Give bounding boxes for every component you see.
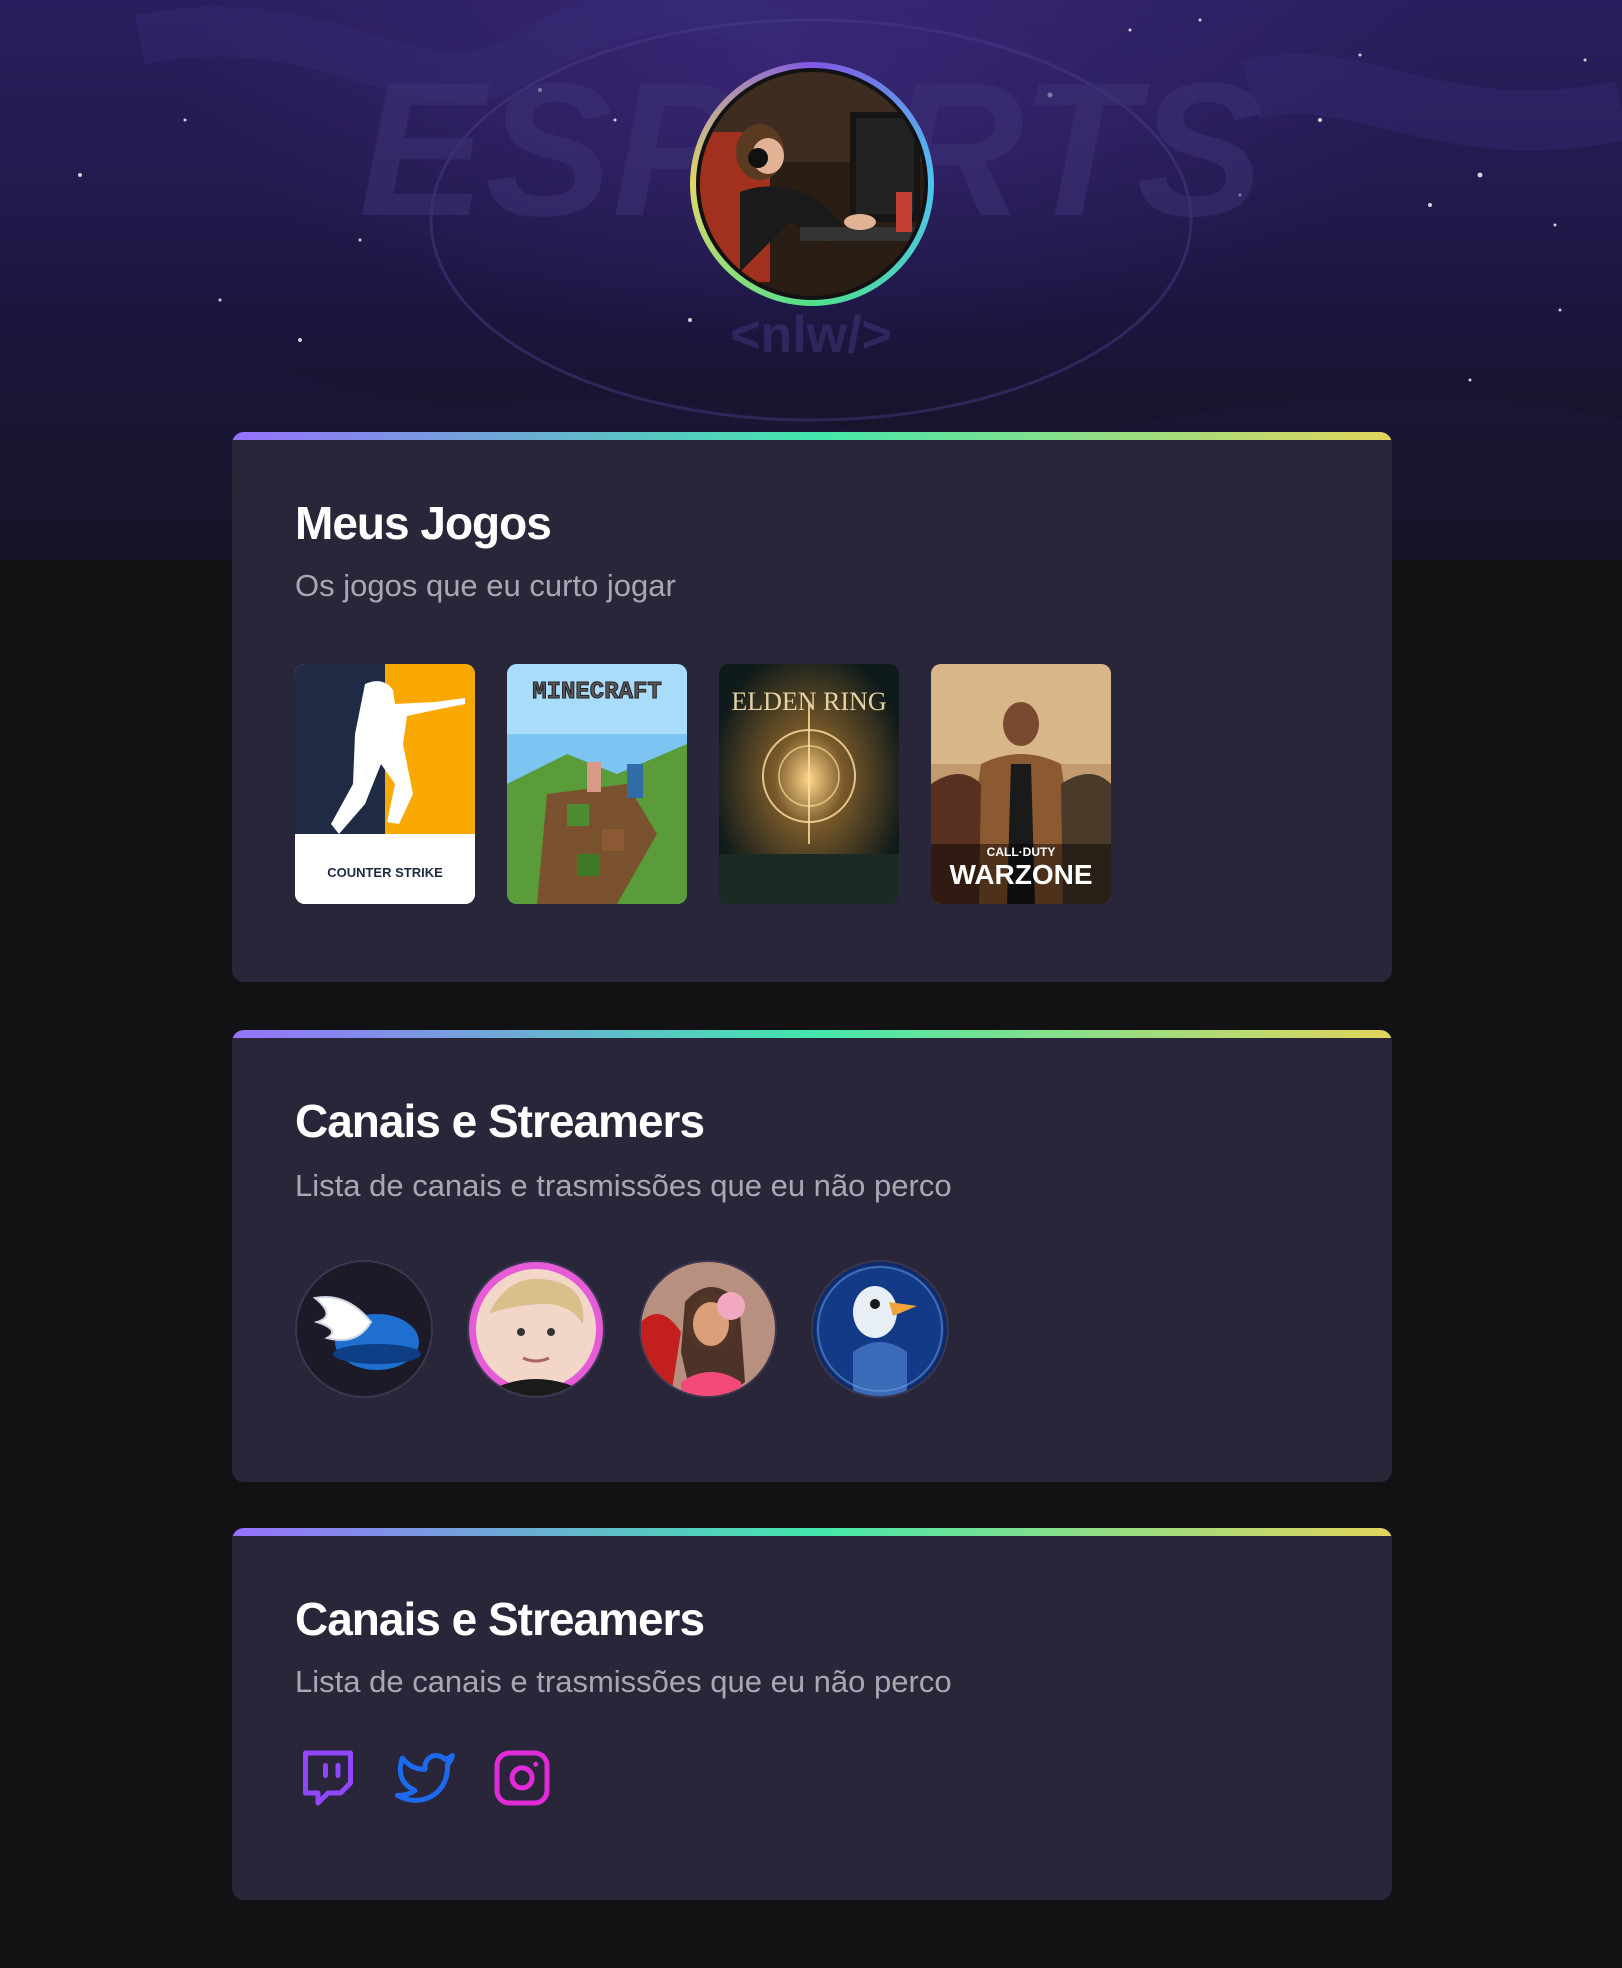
socials-card-title: Canais e Streamers: [295, 1593, 705, 1645]
socials-card-subtitle: Lista de canais e trasmissões que eu não…: [295, 1664, 952, 1699]
streamer-avatar-3[interactable]: [639, 1260, 777, 1398]
games-card-title: Meus Jogos: [295, 497, 552, 549]
streamer-2-photo: [476, 1269, 596, 1396]
streamer-3-photo: [641, 1262, 775, 1396]
streamers-card: Canais e Streamers Lista de canais e tra…: [232, 1030, 1392, 1482]
streamer-avatar-2[interactable]: [467, 1260, 605, 1398]
counter-strike-cover: COUNTER STRIKE: [295, 664, 475, 904]
game-warzone[interactable]: CALL·DUTY WARZONE: [931, 664, 1111, 904]
minecraft-logo: MINECRAFT: [532, 679, 662, 706]
warzone-cover: CALL·DUTY WARZONE: [931, 664, 1111, 904]
streamer-avatar-4[interactable]: [811, 1260, 949, 1398]
minecraft-cover: MINECRAFT: [507, 664, 687, 904]
elden-ring-cover: ELDEN RING: [719, 664, 899, 904]
counter-strike-logo: COUNTER STRIKE: [327, 865, 443, 880]
socials-card: Canais e Streamers Lista de canais e tra…: [232, 1528, 1392, 1900]
profile-avatar: [696, 68, 928, 300]
games-card: Meus Jogos Os jogos que eu curto jogar C…: [232, 432, 1392, 982]
avatar-photo: [700, 72, 924, 296]
game-elden-ring[interactable]: ELDEN RING: [719, 664, 899, 904]
profile-avatar-ring: [690, 62, 934, 306]
game-counter-strike[interactable]: COUNTER STRIKE: [295, 664, 475, 904]
instagram-icon: [494, 1750, 550, 1806]
streamer-avatar-1[interactable]: [295, 1260, 433, 1398]
bird-astronaut-icon: [816, 1265, 944, 1396]
warzone-logo: WARZONE: [949, 859, 1092, 890]
games-card-subtitle: Os jogos que eu curto jogar: [295, 568, 676, 603]
streamers-card-subtitle: Lista de canais e trasmissões que eu não…: [295, 1168, 952, 1203]
twitch-link[interactable]: [298, 1748, 358, 1808]
warzone-logo-top: CALL·DUTY: [987, 845, 1056, 859]
game-minecraft[interactable]: MINECRAFT: [507, 664, 687, 904]
winged-helmet-icon: [312, 1296, 421, 1370]
instagram-link[interactable]: [492, 1748, 552, 1808]
twitter-link[interactable]: [395, 1748, 455, 1808]
watermark-nlw: <nlw/>: [730, 306, 892, 364]
streamers-card-title: Canais e Streamers: [295, 1095, 705, 1147]
twitch-icon: [303, 1750, 353, 1806]
elden-ring-logo: ELDEN RING: [731, 687, 886, 716]
twitter-icon: [395, 1753, 455, 1803]
